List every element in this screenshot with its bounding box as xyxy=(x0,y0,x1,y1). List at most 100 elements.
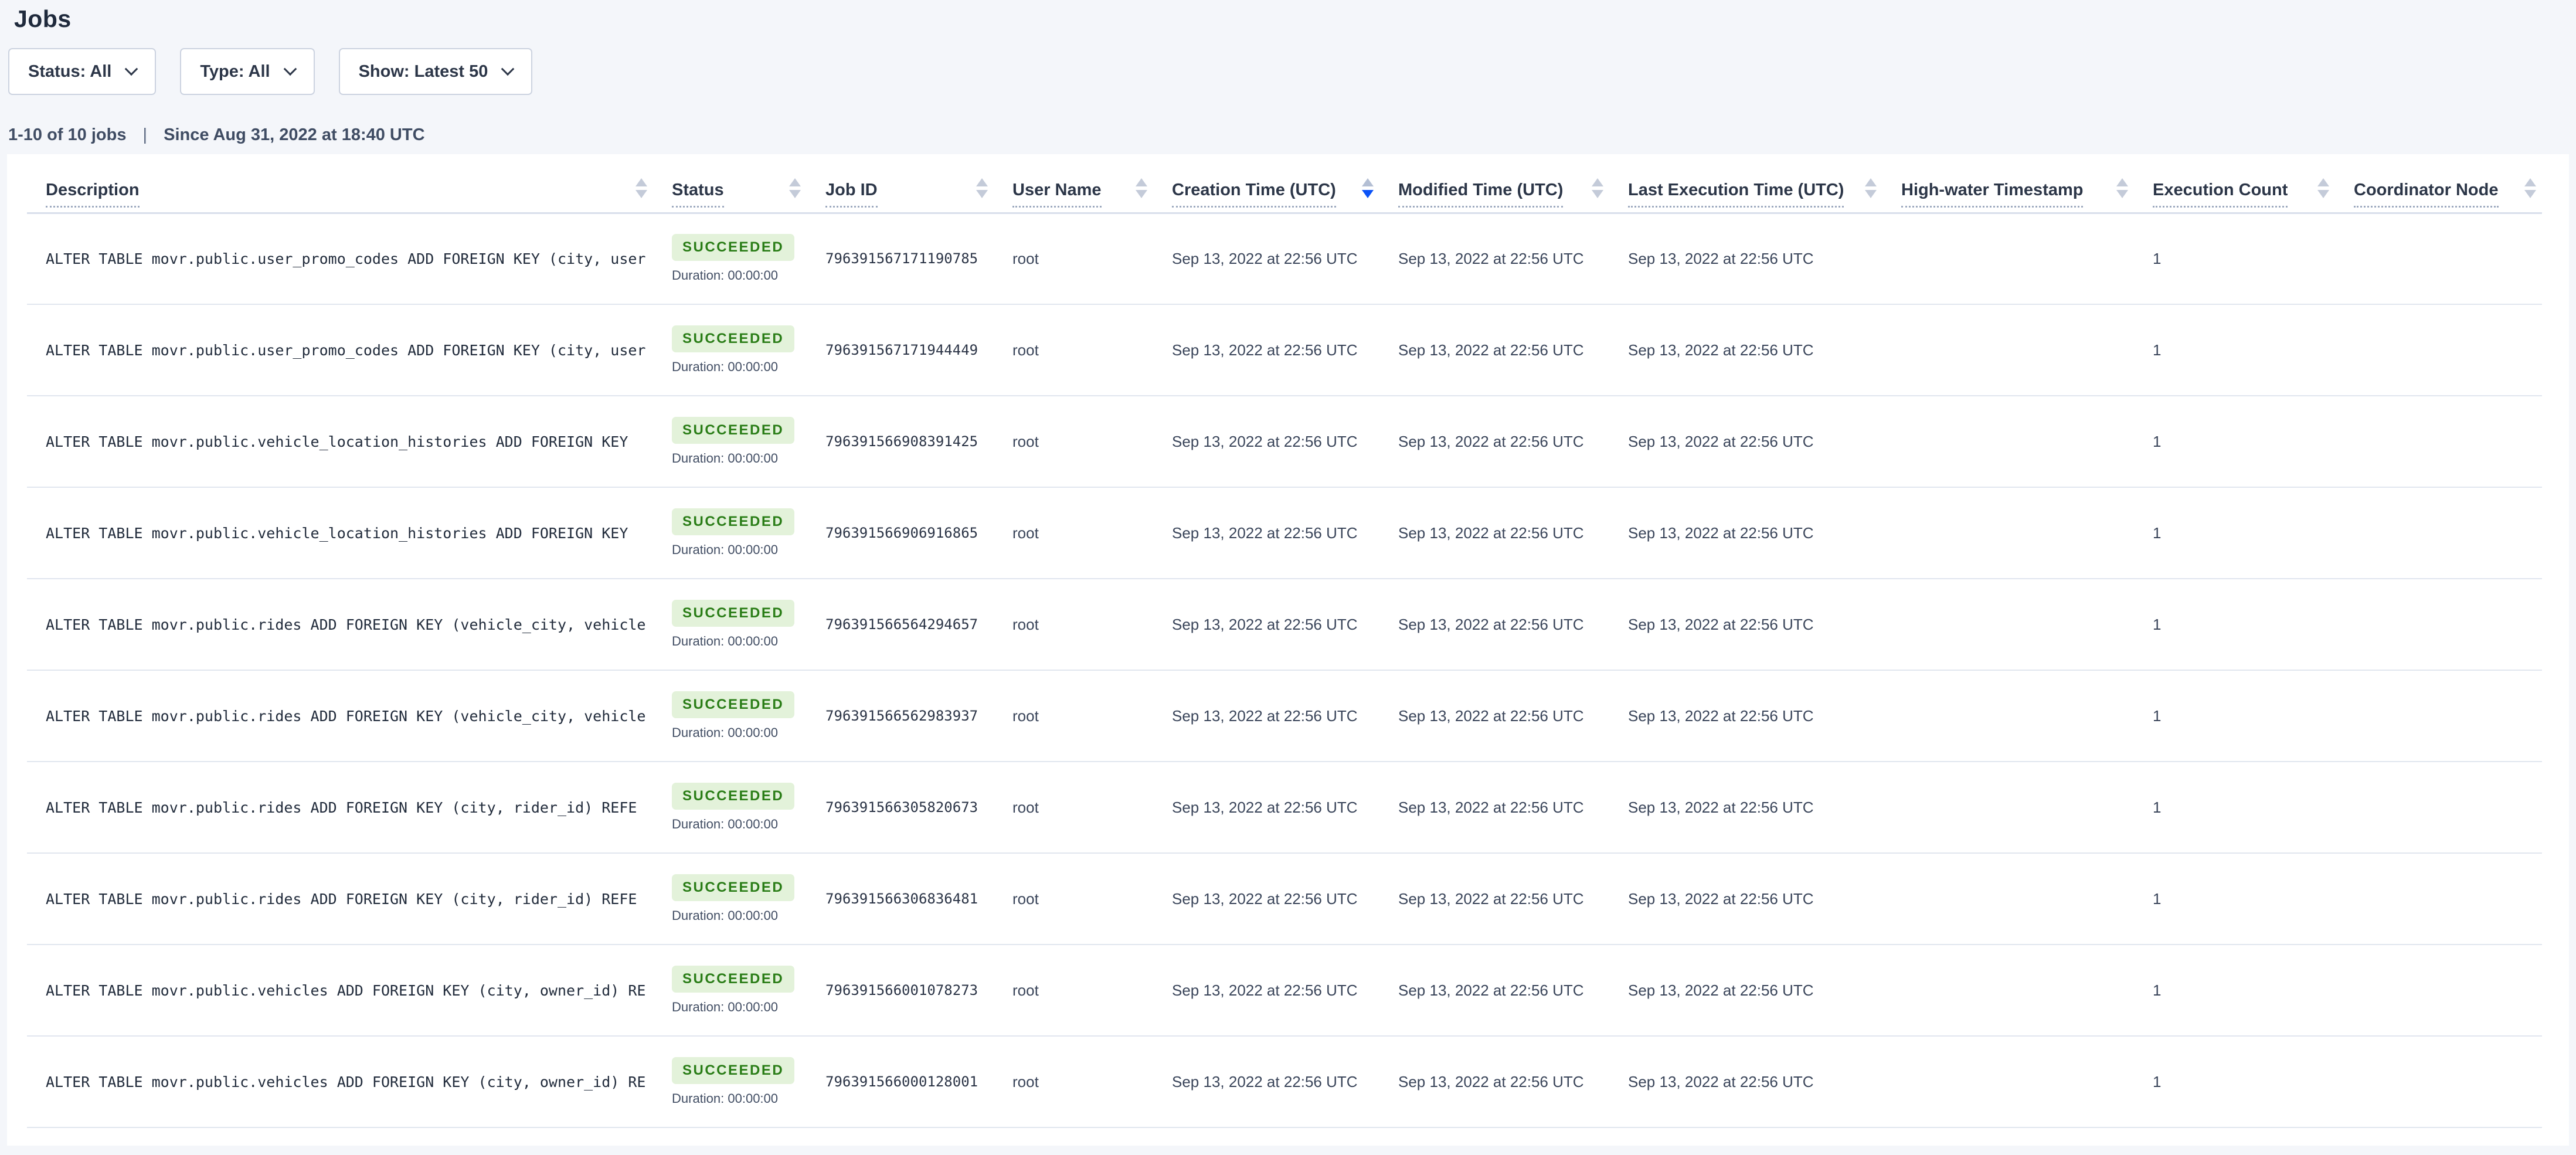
high-water-timestamp-cell xyxy=(1882,579,2134,670)
column-header[interactable]: Execution Count xyxy=(2134,154,2335,213)
last-execution-time-cell: Sep 13, 2022 at 22:56 UTC xyxy=(1609,670,1882,762)
status-badge: SUCCEEDED xyxy=(672,600,794,627)
job-description-cell[interactable]: ALTER TABLE movr.public.rides ADD FOREIG… xyxy=(27,579,653,670)
column-header-label[interactable]: Status xyxy=(672,181,724,208)
user-name-cell: root xyxy=(994,579,1153,670)
job-description[interactable]: ALTER TABLE movr.public.rides ADD FOREIG… xyxy=(46,799,653,816)
job-description-cell[interactable]: ALTER TABLE movr.public.vehicle_location… xyxy=(27,396,653,487)
job-description-cell[interactable]: ALTER TABLE movr.public.vehicles ADD FOR… xyxy=(27,1036,653,1127)
sort-arrows-icon[interactable] xyxy=(2116,178,2128,198)
job-description[interactable]: ALTER TABLE movr.public.vehicles ADD FOR… xyxy=(46,982,653,999)
execution-count-cell: 1 xyxy=(2134,670,2335,762)
column-header[interactable]: Description xyxy=(27,154,653,213)
creation-time-cell: Sep 13, 2022 at 22:56 UTC xyxy=(1153,945,1379,1036)
job-description-cell[interactable]: ALTER TABLE movr.public.vehicles ADD FOR… xyxy=(27,945,653,1036)
column-header-label[interactable]: Coordinator Node xyxy=(2354,181,2499,208)
sort-arrows-icon[interactable] xyxy=(1362,178,1374,198)
job-description-cell[interactable]: ALTER TABLE movr.public.rides ADD FOREIG… xyxy=(27,853,653,945)
sort-arrows-icon[interactable] xyxy=(976,178,988,198)
sort-arrows-icon[interactable] xyxy=(1592,178,1603,198)
show-filter-dropdown[interactable]: Show: Latest 50 xyxy=(339,48,533,95)
last-execution-time-cell: Sep 13, 2022 at 22:56 UTC xyxy=(1609,579,1882,670)
column-header[interactable]: Job ID xyxy=(807,154,994,213)
high-water-timestamp-cell xyxy=(1882,853,2134,945)
execution-count-cell: 1 xyxy=(2134,579,2335,670)
table-row: ALTER TABLE movr.public.rides ADD FOREIG… xyxy=(27,579,2542,670)
table-row: ALTER TABLE movr.public.vehicles ADD FOR… xyxy=(27,945,2542,1036)
job-status-cell: SUCCEEDED Duration: 00:00:00 xyxy=(653,762,807,853)
jobs-table-card: Description Status Job ID User Name Creation… xyxy=(7,154,2569,1146)
column-header[interactable]: User Name xyxy=(994,154,1153,213)
job-description-cell[interactable]: ALTER TABLE movr.public.user_promo_codes… xyxy=(27,304,653,396)
sort-arrows-icon[interactable] xyxy=(2524,178,2536,198)
high-water-timestamp-cell xyxy=(1882,304,2134,396)
column-header[interactable]: Coordinator Node xyxy=(2335,154,2542,213)
column-header-label[interactable]: Description xyxy=(46,181,140,208)
status-badge: SUCCEEDED xyxy=(672,783,794,810)
job-status-cell: SUCCEEDED Duration: 00:00:00 xyxy=(653,945,807,1036)
job-id-cell: 796391566562983937 xyxy=(807,670,994,762)
modified-time-cell: Sep 13, 2022 at 22:56 UTC xyxy=(1379,945,1609,1036)
table-header-row: Description Status Job ID User Name Creation… xyxy=(27,154,2542,213)
column-header[interactable]: Creation Time (UTC) xyxy=(1153,154,1379,213)
filter-bar: Status: All Type: All Show: Latest 50 xyxy=(8,48,2576,95)
job-duration: Duration: 00:00:00 xyxy=(672,634,807,649)
job-description[interactable]: ALTER TABLE movr.public.user_promo_codes… xyxy=(46,342,653,359)
high-water-timestamp-cell xyxy=(1882,487,2134,579)
high-water-timestamp-cell xyxy=(1882,762,2134,853)
sort-arrows-icon[interactable] xyxy=(1136,178,1147,198)
job-description[interactable]: ALTER TABLE movr.public.user_promo_codes… xyxy=(46,250,653,267)
user-name-cell: root xyxy=(994,762,1153,853)
table-row: ALTER TABLE movr.public.vehicles ADD FOR… xyxy=(27,1036,2542,1127)
sort-arrows-icon[interactable] xyxy=(1865,178,1877,198)
execution-count-cell: 1 xyxy=(2134,396,2335,487)
column-header-label[interactable]: Execution Count xyxy=(2153,181,2288,208)
job-description-cell[interactable]: ALTER TABLE movr.public.user_promo_codes… xyxy=(27,213,653,304)
job-description[interactable]: ALTER TABLE movr.public.rides ADD FOREIG… xyxy=(46,891,653,908)
user-name-cell: root xyxy=(994,670,1153,762)
last-execution-time-cell: Sep 13, 2022 at 22:56 UTC xyxy=(1609,1036,1882,1127)
last-execution-time-cell: Sep 13, 2022 at 22:56 UTC xyxy=(1609,487,1882,579)
status-filter-label: Status: All xyxy=(28,62,111,81)
column-header[interactable]: Status xyxy=(653,154,807,213)
modified-time-cell: Sep 13, 2022 at 22:56 UTC xyxy=(1379,1036,1609,1127)
summary-separator: | xyxy=(143,125,148,144)
table-row: ALTER TABLE movr.public.vehicle_location… xyxy=(27,396,2542,487)
column-header[interactable]: Modified Time (UTC) xyxy=(1379,154,1609,213)
column-header-label[interactable]: High-water Timestamp xyxy=(1901,181,2083,208)
column-header-label[interactable]: User Name xyxy=(1012,181,1102,208)
type-filter-dropdown[interactable]: Type: All xyxy=(180,48,314,95)
creation-time-cell: Sep 13, 2022 at 22:56 UTC xyxy=(1153,670,1379,762)
job-id-cell: 796391566564294657 xyxy=(807,579,994,670)
user-name-cell: root xyxy=(994,487,1153,579)
job-description-cell[interactable]: ALTER TABLE movr.public.vehicle_location… xyxy=(27,487,653,579)
execution-count-cell: 1 xyxy=(2134,1036,2335,1127)
sort-arrows-icon[interactable] xyxy=(635,178,647,198)
column-header[interactable]: High-water Timestamp xyxy=(1882,154,2134,213)
execution-count-cell: 1 xyxy=(2134,853,2335,945)
job-status-cell: SUCCEEDED Duration: 00:00:00 xyxy=(653,487,807,579)
job-description-cell[interactable]: ALTER TABLE movr.public.rides ADD FOREIG… xyxy=(27,670,653,762)
column-header-label[interactable]: Last Execution Time (UTC) xyxy=(1628,181,1844,208)
sort-arrows-icon[interactable] xyxy=(2317,178,2329,198)
job-description-cell[interactable]: ALTER TABLE movr.public.rides ADD FOREIG… xyxy=(27,762,653,853)
chevron-down-icon xyxy=(501,62,515,76)
sort-arrows-icon[interactable] xyxy=(789,178,801,198)
job-description[interactable]: ALTER TABLE movr.public.vehicle_location… xyxy=(46,525,653,542)
column-header-label[interactable]: Modified Time (UTC) xyxy=(1398,181,1563,208)
high-water-timestamp-cell xyxy=(1882,945,2134,1036)
column-header[interactable]: Last Execution Time (UTC) xyxy=(1609,154,1882,213)
creation-time-cell: Sep 13, 2022 at 22:56 UTC xyxy=(1153,396,1379,487)
job-description[interactable]: ALTER TABLE movr.public.rides ADD FOREIG… xyxy=(46,616,653,633)
job-description[interactable]: ALTER TABLE movr.public.vehicles ADD FOR… xyxy=(46,1074,653,1091)
job-id-cell: 796391566001078273 xyxy=(807,945,994,1036)
job-duration: Duration: 00:00:00 xyxy=(672,359,807,375)
status-filter-dropdown[interactable]: Status: All xyxy=(8,48,156,95)
jobs-summary: 1-10 of 10 jobs | Since Aug 31, 2022 at … xyxy=(8,125,2576,145)
job-id-cell: 796391566906916865 xyxy=(807,487,994,579)
job-description[interactable]: ALTER TABLE movr.public.rides ADD FOREIG… xyxy=(46,708,653,725)
column-header-label[interactable]: Creation Time (UTC) xyxy=(1172,181,1336,208)
job-id-cell: 796391566306836481 xyxy=(807,853,994,945)
job-description[interactable]: ALTER TABLE movr.public.vehicle_location… xyxy=(46,433,653,450)
column-header-label[interactable]: Job ID xyxy=(825,181,878,208)
